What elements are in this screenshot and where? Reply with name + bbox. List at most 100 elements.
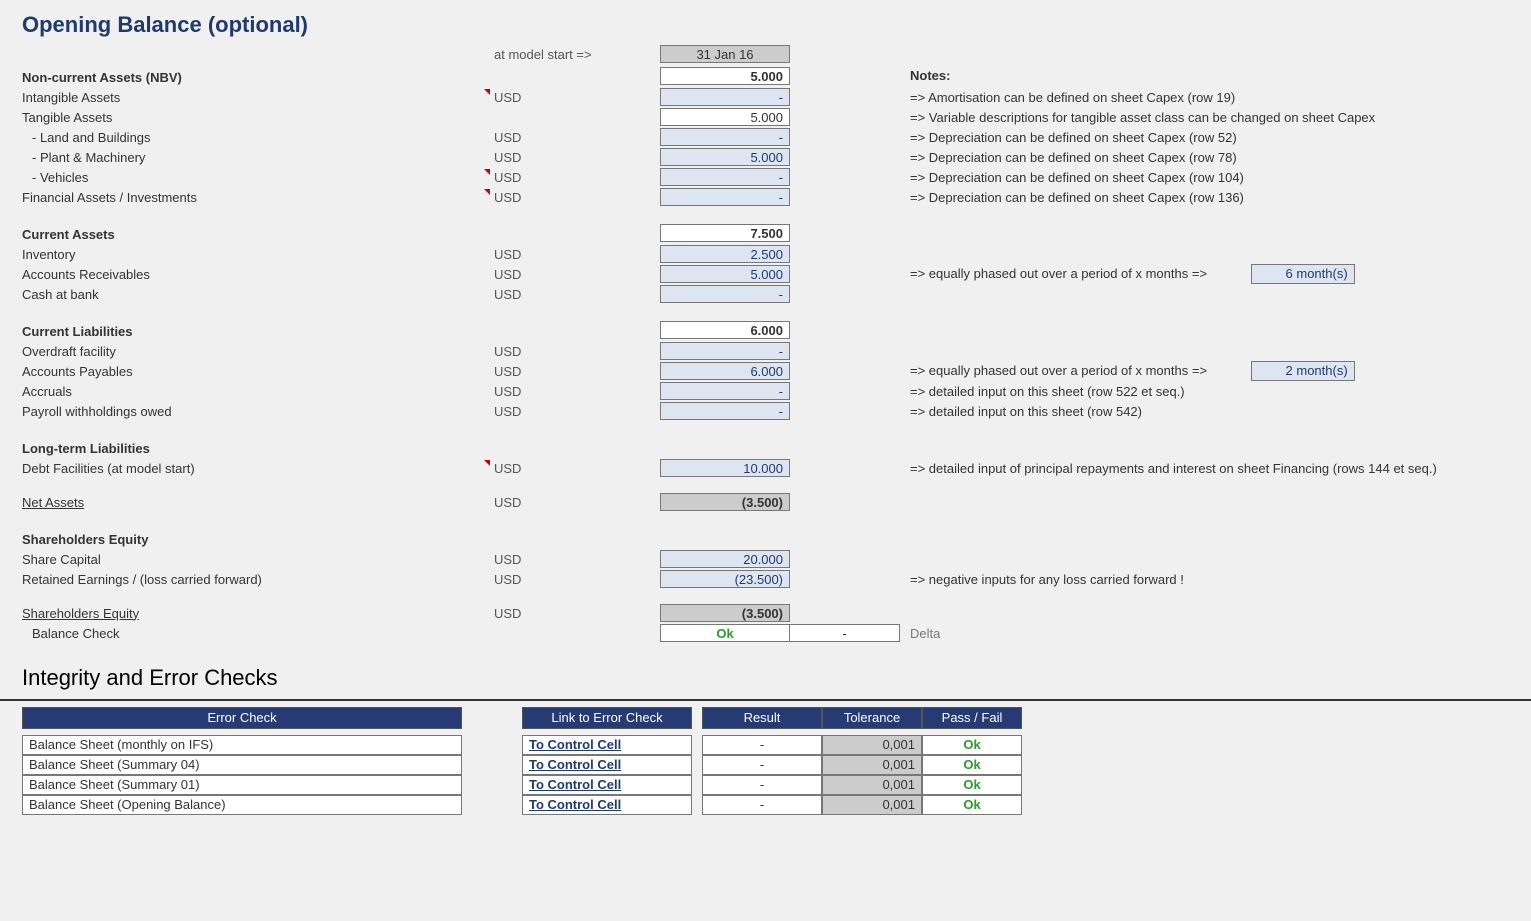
- period-input[interactable]: 2 month(s): [1251, 361, 1355, 381]
- row-label: Accounts Payables: [0, 363, 490, 380]
- row-currency: USD: [490, 495, 660, 510]
- nca-total: 5.000: [660, 67, 790, 85]
- ec-header-ec: Error Check: [22, 707, 462, 729]
- row-note: => equally phased out over a period of x…: [900, 264, 1460, 284]
- row-currency: USD: [490, 267, 660, 282]
- row-currency: USD: [490, 384, 660, 399]
- row-label: - Vehicles: [0, 169, 490, 186]
- row-currency: USD: [490, 461, 660, 476]
- section-head-se: Shareholders Equity: [0, 526, 490, 549]
- row-label: Inventory: [0, 246, 490, 263]
- value-cell[interactable]: -: [660, 285, 790, 303]
- value-cell[interactable]: -: [660, 128, 790, 146]
- net-assets-label: Net Assets: [0, 494, 490, 511]
- row-label: Payroll withholdings owed: [0, 403, 490, 420]
- ec-row-label: Balance Sheet (Summary 01): [22, 775, 462, 795]
- row-note: => detailed input on this sheet (row 542…: [900, 404, 1460, 419]
- value-cell[interactable]: -: [660, 402, 790, 420]
- row-currency: USD: [490, 606, 660, 621]
- net-assets-value: (3.500): [660, 493, 790, 511]
- notes-header: Notes:: [900, 68, 1460, 83]
- row-currency: USD: [490, 190, 660, 205]
- section-head-cl: Current Liabilities: [0, 318, 490, 341]
- ec-result: -: [702, 755, 822, 775]
- row-note: => equally phased out over a period of x…: [900, 361, 1460, 381]
- value-cell[interactable]: 6.000: [660, 362, 790, 380]
- row-currency: USD: [490, 90, 660, 105]
- value-cell[interactable]: (23.500): [660, 570, 790, 588]
- ec-link[interactable]: To Control Cell: [522, 755, 692, 775]
- ec-tolerance: 0,001: [822, 775, 922, 795]
- ec-row-label: Balance Sheet (Opening Balance): [22, 795, 462, 815]
- row-label: Accruals: [0, 383, 490, 400]
- balance-check-delta: -: [790, 624, 900, 642]
- row-label: Debt Facilities (at model start): [0, 460, 490, 477]
- ec-header-result: Result: [702, 707, 822, 729]
- row-label: Tangible Assets: [0, 109, 490, 126]
- ec-result: -: [702, 735, 822, 755]
- row-currency: USD: [490, 572, 660, 587]
- ec-tolerance: 0,001: [822, 795, 922, 815]
- row-label: Intangible Assets: [0, 89, 490, 106]
- row-label: - Land and Buildings: [0, 129, 490, 146]
- integrity-title: Integrity and Error Checks: [0, 643, 1531, 695]
- section-head-ca: Current Assets: [0, 221, 490, 244]
- page-title: Opening Balance (optional): [0, 8, 1531, 44]
- row-label: Retained Earnings / (loss carried forwar…: [0, 571, 490, 588]
- ec-tolerance: 0,001: [822, 735, 922, 755]
- value-cell[interactable]: -: [660, 88, 790, 106]
- row-currency: USD: [490, 170, 660, 185]
- row-label: Accounts Receivables: [0, 266, 490, 283]
- row-label: - Plant & Machinery: [0, 149, 490, 166]
- row-currency: USD: [490, 150, 660, 165]
- section-head-nca: Non-current Assets (NBV): [0, 64, 490, 87]
- row-note: => negative inputs for any loss carried …: [900, 572, 1460, 587]
- value-cell[interactable]: 10.000: [660, 459, 790, 477]
- date-header-cell: 31 Jan 16: [660, 45, 790, 63]
- balance-check-label: Balance Check: [0, 625, 490, 642]
- value-cell[interactable]: -: [660, 382, 790, 400]
- value-cell[interactable]: 5.000: [660, 148, 790, 166]
- ec-tolerance: 0,001: [822, 755, 922, 775]
- row-label: Overdraft facility: [0, 343, 490, 360]
- ec-result: -: [702, 795, 822, 815]
- row-currency: USD: [490, 404, 660, 419]
- row-note: => Amortisation can be defined on sheet …: [900, 90, 1460, 105]
- ec-passfail: Ok: [922, 755, 1022, 775]
- row-note: => detailed input of principal repayment…: [900, 461, 1460, 476]
- row-currency: USD: [490, 364, 660, 379]
- ec-header-pf: Pass / Fail: [922, 707, 1022, 729]
- ca-total: 7.500: [660, 224, 790, 242]
- ec-passfail: Ok: [922, 735, 1022, 755]
- period-input[interactable]: 6 month(s): [1251, 264, 1355, 284]
- ec-link[interactable]: To Control Cell: [522, 795, 692, 815]
- value-cell: 5.000: [660, 108, 790, 126]
- value-cell[interactable]: -: [660, 342, 790, 360]
- row-currency: USD: [490, 287, 660, 302]
- value-cell[interactable]: 2.500: [660, 245, 790, 263]
- se-total-label: Shareholders Equity: [0, 605, 490, 622]
- ec-row-label: Balance Sheet (monthly on IFS): [22, 735, 462, 755]
- row-label: Cash at bank: [0, 286, 490, 303]
- row-note: => Depreciation can be defined on sheet …: [900, 130, 1460, 145]
- ec-link[interactable]: To Control Cell: [522, 775, 692, 795]
- ec-passfail: Ok: [922, 795, 1022, 815]
- ec-result: -: [702, 775, 822, 795]
- row-currency: USD: [490, 247, 660, 262]
- section-head-ltl: Long-term Liabilities: [0, 435, 490, 458]
- row-label: Financial Assets / Investments: [0, 189, 490, 206]
- ec-link[interactable]: To Control Cell: [522, 735, 692, 755]
- se-total-value: (3.500): [660, 604, 790, 622]
- cl-total: 6.000: [660, 321, 790, 339]
- row-label: Share Capital: [0, 551, 490, 568]
- row-currency: USD: [490, 552, 660, 567]
- row-currency: USD: [490, 344, 660, 359]
- row-note: => Variable descriptions for tangible as…: [900, 110, 1460, 125]
- row-currency: USD: [490, 130, 660, 145]
- value-cell[interactable]: -: [660, 168, 790, 186]
- value-cell[interactable]: -: [660, 188, 790, 206]
- row-note: => Depreciation can be defined on sheet …: [900, 150, 1460, 165]
- value-cell[interactable]: 20.000: [660, 550, 790, 568]
- row-note: => Depreciation can be defined on sheet …: [900, 190, 1460, 205]
- value-cell[interactable]: 5.000: [660, 265, 790, 283]
